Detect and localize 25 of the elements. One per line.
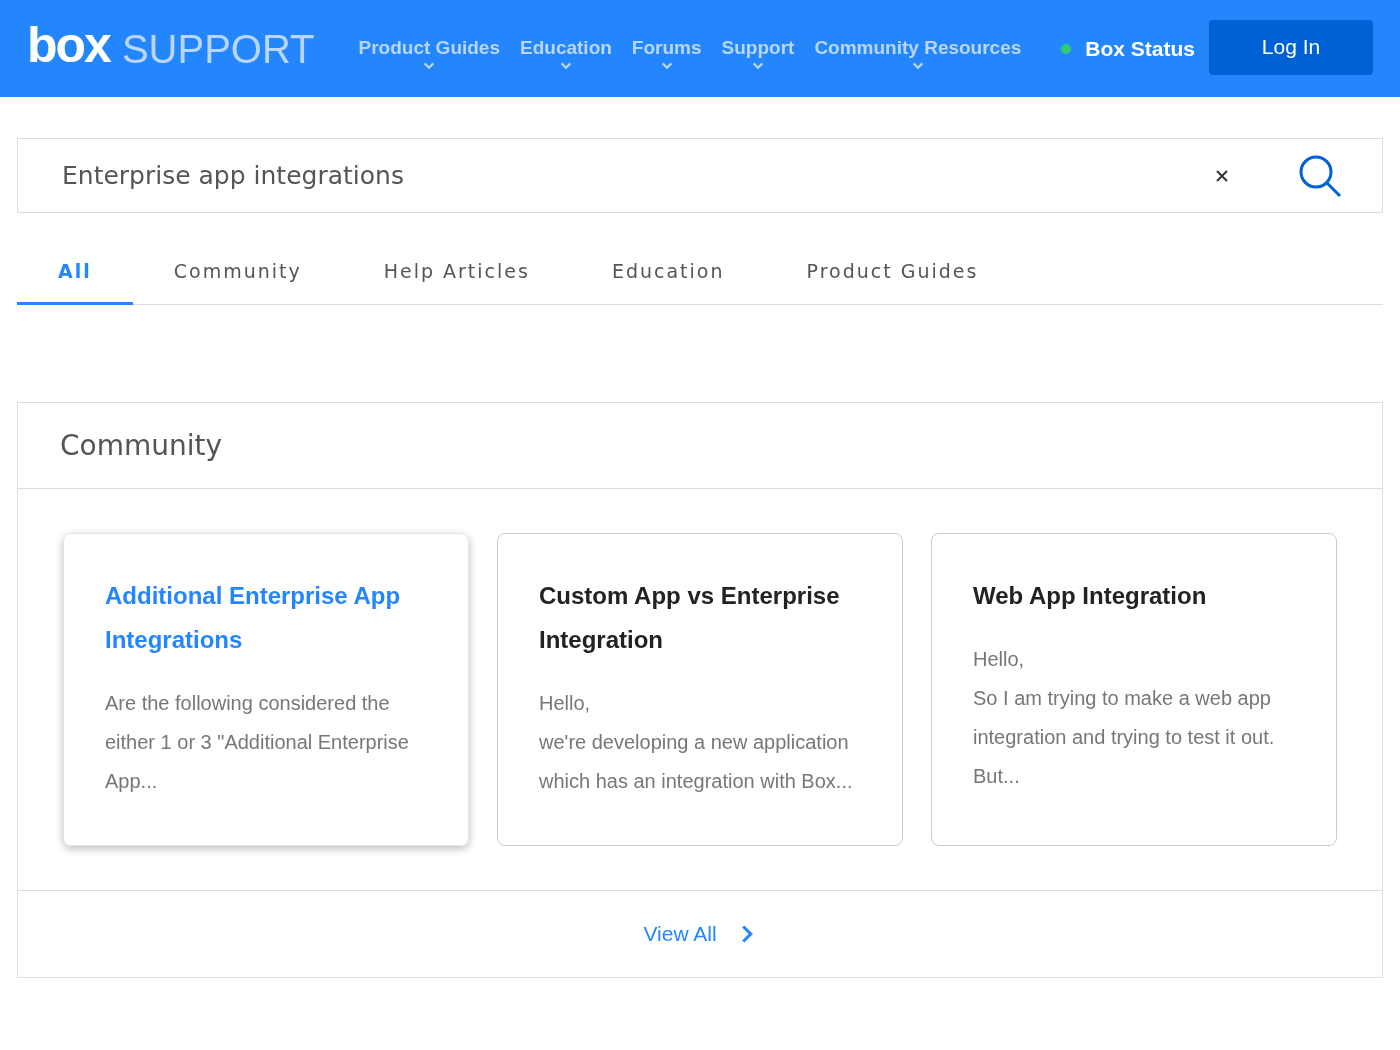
tab[interactable]: All	[17, 239, 133, 305]
close-icon[interactable]	[1216, 169, 1228, 182]
login-button[interactable]: Log In	[1209, 19, 1373, 75]
search-icon[interactable]	[1298, 153, 1342, 198]
tab[interactable]: Community	[132, 239, 343, 305]
view-all-link[interactable]: View All	[643, 922, 757, 946]
tab[interactable]: Help Articles	[342, 239, 571, 305]
card-excerpt: we're developing a new application which has an integration with Box...	[539, 730, 854, 794]
card-excerpt: Are the following considered the either 1 or 3 "Additional Enterprise App...	[105, 691, 410, 794]
card-title[interactable]: Additional Enterprise App Integrations	[105, 574, 427, 662]
card-excerpt: So I am trying to make a web app integration and trying to test it out. But...	[973, 686, 1276, 789]
tab[interactable]: Product Guides	[765, 239, 1020, 305]
result-card[interactable]: Custom App vs Enterprise Integration Hello, we're developing a new application which has an integration with Box...	[497, 533, 903, 846]
tab[interactable]: Education	[570, 239, 766, 305]
card-title[interactable]: Custom App vs Enterprise Integration	[539, 574, 861, 662]
status-link[interactable]: Box Status	[1085, 36, 1195, 61]
card-excerpt: Hello,	[973, 647, 1026, 672]
site-title: SUPPORT	[121, 28, 315, 69]
section-title: Community	[18, 403, 1382, 489]
search-bar[interactable]: Enterprise app integrations	[17, 138, 1383, 213]
card-excerpt: Hello,	[539, 691, 592, 716]
logo[interactable]: box	[27, 19, 110, 70]
result-card[interactable]: Additional Enterprise App Integrations Are the following considered the either 1 or 3 "Additional Enterprise App...	[63, 533, 469, 846]
result-card[interactable]: Web App Integration Hello, So I am trying to make a web app integration and trying to test it out. But...	[931, 533, 1337, 846]
card-title[interactable]: Web App Integration	[973, 574, 1295, 618]
